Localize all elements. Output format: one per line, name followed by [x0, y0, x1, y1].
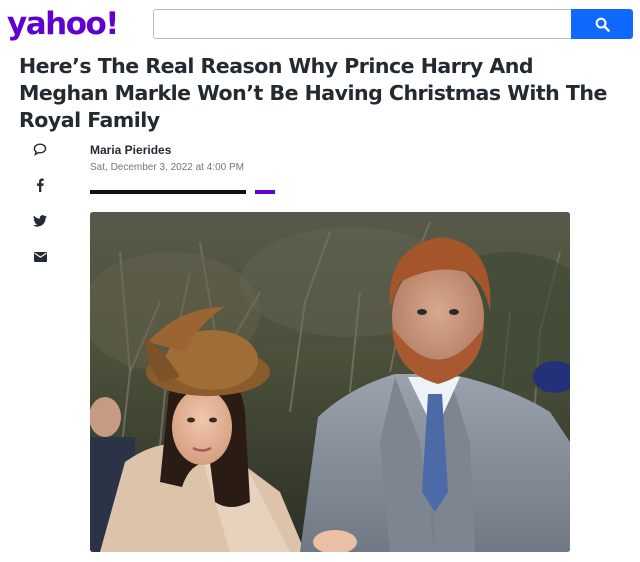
byline-accent-divider — [255, 190, 275, 194]
article-photo[interactable] — [90, 212, 570, 552]
email-icon — [33, 252, 47, 262]
search-icon — [595, 17, 610, 32]
article-title: Here’s The Real Reason Why Prince Harry … — [19, 54, 607, 132]
search-input[interactable] — [153, 9, 571, 39]
publish-date: Sat, December 3, 2022 at 4:00 PM — [90, 162, 244, 173]
twitter-share-button[interactable] — [28, 211, 52, 231]
facebook-icon — [37, 178, 44, 192]
byline-divider — [90, 190, 246, 194]
comments-button[interactable] — [28, 139, 52, 159]
comment-icon — [33, 142, 47, 156]
twitter-icon — [33, 215, 47, 227]
email-share-button[interactable] — [28, 247, 52, 267]
search-button[interactable] — [571, 9, 633, 39]
yahoo-logo[interactable]: yahoo! — [7, 6, 119, 42]
author-name[interactable]: Maria Pierides — [90, 143, 171, 157]
facebook-share-button[interactable] — [28, 175, 52, 195]
